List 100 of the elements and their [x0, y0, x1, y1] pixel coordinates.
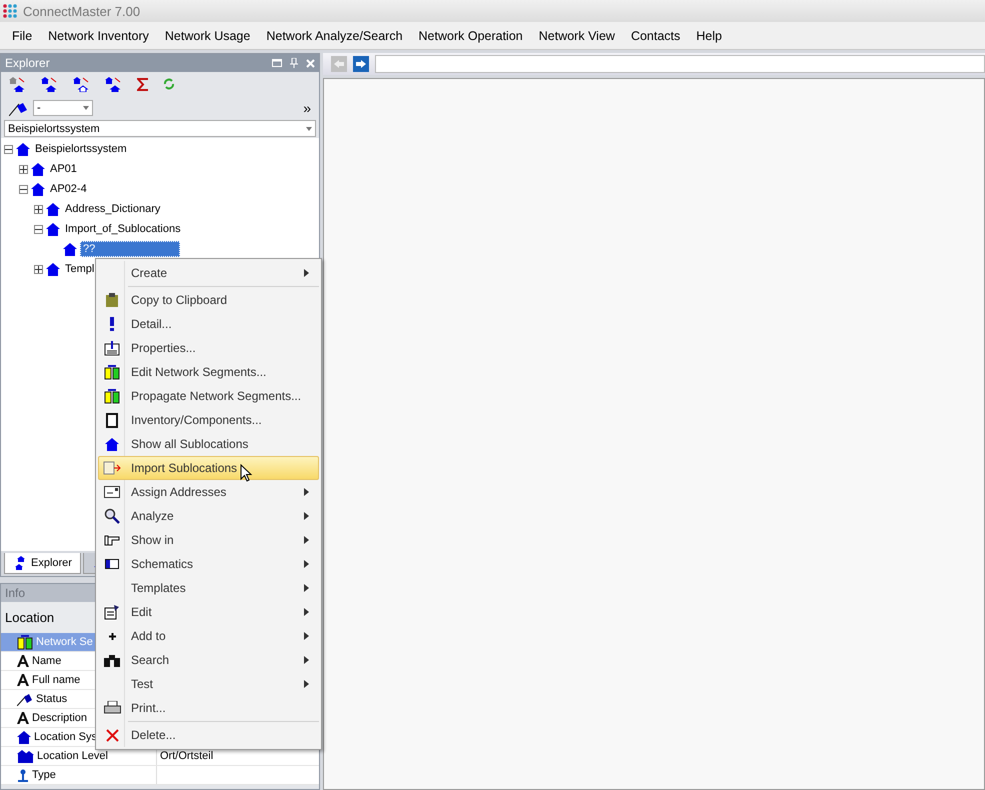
location-system-icon	[17, 730, 31, 744]
sum-icon[interactable]	[137, 78, 149, 90]
menu-entry[interactable]: Analyze	[98, 504, 319, 528]
house-icon	[31, 162, 45, 176]
menu-entry[interactable]: Inventory/Components...	[98, 408, 319, 432]
house-arrow-icon[interactable]	[105, 76, 123, 92]
menu-item[interactable]: Contacts	[622, 28, 688, 42]
expander-icon[interactable]	[34, 204, 43, 214]
location-level-icon	[17, 750, 34, 762]
expander-icon[interactable]	[4, 144, 13, 154]
window-title: ConnectMaster 7.00	[23, 4, 140, 18]
forward-arrow-icon	[356, 60, 366, 68]
location-system-icon	[16, 142, 30, 156]
house-icon	[46, 222, 60, 236]
tree-item[interactable]: Import_of_Sublocations	[63, 222, 183, 236]
panel-title: Explorer	[5, 56, 50, 70]
segments-icon	[17, 634, 33, 650]
menu-entry[interactable]: Templates	[98, 576, 319, 600]
clipboard-icon	[104, 292, 120, 308]
house-arrow-icon[interactable]	[41, 76, 59, 92]
menu-entry[interactable]: Propagate Network Segments...	[98, 384, 319, 408]
submenu-arrow-icon	[304, 536, 309, 544]
flag-icon	[17, 692, 33, 706]
import-icon	[103, 461, 121, 475]
submenu-arrow-icon	[304, 584, 309, 592]
app-logo-icon	[3, 4, 19, 18]
letter-a-icon	[17, 712, 29, 724]
back-arrow-icon	[334, 60, 344, 68]
menu-entry[interactable]: Detail...	[98, 312, 319, 336]
filter-dropdown[interactable]: -	[33, 100, 93, 116]
house-icon	[46, 262, 60, 276]
expander-icon[interactable]	[34, 224, 43, 234]
tree-item[interactable]: AP01	[48, 162, 79, 176]
printer-icon	[104, 701, 120, 715]
tree-item[interactable]: AP02-4	[48, 182, 89, 196]
menu-entry[interactable]: Assign Addresses	[98, 480, 319, 504]
caret-icon[interactable]	[83, 106, 89, 110]
binoculars-icon	[104, 654, 120, 666]
exclamation-icon	[109, 317, 115, 331]
explorer-icon	[13, 556, 27, 570]
property-value: Ort/Ortsteil	[160, 750, 214, 762]
maximize-icon[interactable]	[272, 59, 282, 67]
menu-entry[interactable]: Create	[98, 261, 319, 285]
submenu-arrow-icon	[304, 632, 309, 640]
segments-icon	[104, 388, 120, 404]
menu-entry[interactable]: Schematics	[98, 552, 319, 576]
submenu-arrow-icon	[304, 608, 309, 616]
property-name: Description	[32, 712, 88, 724]
menu-item[interactable]: Network View	[530, 28, 623, 42]
menu-item[interactable]: Network Usage	[156, 28, 258, 42]
panel-title: Info	[5, 586, 26, 600]
submenu-arrow-icon	[304, 512, 309, 520]
caret-icon[interactable]	[306, 126, 312, 130]
menu-item[interactable]: Network Analyze/Search	[258, 28, 411, 42]
tree-item[interactable]: Beispielortssystem	[33, 142, 129, 156]
pin-icon[interactable]	[290, 58, 298, 68]
house-icon	[46, 202, 60, 216]
overflow-button[interactable]: »	[303, 100, 311, 116]
expander-icon[interactable]	[19, 164, 28, 174]
tree-item[interactable]: Templ	[63, 262, 96, 276]
expander-icon[interactable]	[19, 184, 28, 194]
submenu-arrow-icon	[304, 488, 309, 496]
location-system-dropdown[interactable]: Beispielortssystem	[4, 120, 316, 137]
expander-icon[interactable]	[34, 264, 43, 274]
magnifier-icon	[104, 508, 120, 524]
submenu-arrow-icon	[304, 560, 309, 568]
property-name: Status	[36, 693, 68, 705]
menu-item[interactable]: Help	[688, 28, 730, 42]
property-name: Name	[32, 655, 62, 667]
tree-item[interactable]: Address_Dictionary	[63, 202, 162, 216]
edit-icon	[104, 604, 120, 620]
house-arrow-icon[interactable]	[73, 76, 91, 92]
menu-entry[interactable]: Show in	[98, 528, 319, 552]
schematic-icon	[105, 559, 119, 569]
menu-entry[interactable]: Edit Network Segments...	[98, 360, 319, 384]
menu-entry[interactable]: Properties...	[98, 336, 319, 360]
info-heading: Location	[5, 610, 54, 625]
properties-icon	[104, 340, 120, 356]
address-field[interactable]	[375, 55, 985, 73]
letter-a-icon	[17, 674, 29, 686]
flag-icon	[9, 100, 27, 116]
menu-item[interactable]: Network Operation	[410, 28, 531, 42]
property-name: Location Level	[37, 750, 108, 762]
menu-item[interactable]: Network Inventory	[40, 28, 157, 42]
tree-item[interactable]: ??	[80, 241, 180, 257]
menu-entry[interactable]: Copy to Clipboard	[98, 288, 319, 312]
panel-tab[interactable]: Explorer	[4, 553, 81, 574]
menu-item[interactable]: File	[4, 28, 40, 42]
menu-entry[interactable]: Edit	[98, 600, 319, 624]
property-name: Full name	[32, 674, 80, 686]
forward-button[interactable]	[353, 56, 369, 72]
close-icon[interactable]	[306, 58, 315, 68]
submenu-arrow-icon	[304, 656, 309, 664]
expand-tree-icon[interactable]	[9, 76, 27, 92]
house-icon	[31, 182, 45, 196]
menu-entry[interactable]: Show all Sublocations	[98, 432, 319, 456]
pointing-hand-icon	[104, 534, 120, 546]
menu-entry[interactable]: Import Sublocations	[98, 456, 319, 480]
house-icon	[105, 438, 119, 450]
address-card-icon	[104, 486, 120, 498]
